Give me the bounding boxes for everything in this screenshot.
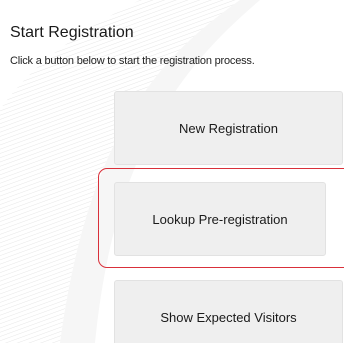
lookup-preregistration-button[interactable]: Lookup Pre-registration — [114, 182, 326, 256]
registration-page: Start Registration Click a button below … — [0, 0, 344, 343]
page-title: Start Registration — [10, 24, 134, 41]
show-expected-visitors-button[interactable]: Show Expected Visitors — [114, 280, 343, 343]
page-subtitle: Click a button below to start the regist… — [10, 55, 255, 67]
new-registration-button[interactable]: New Registration — [114, 91, 343, 165]
